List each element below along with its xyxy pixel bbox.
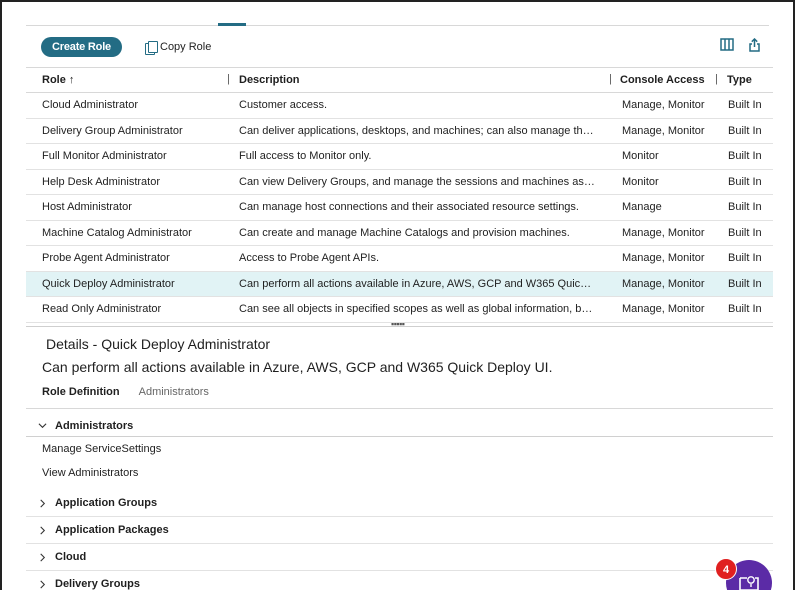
cell-role: Machine Catalog Administrator <box>42 226 192 239</box>
cell-role: Read Only Administrator <box>42 303 162 316</box>
table-row[interactable]: Host Administrator Can manage host conne… <box>26 195 773 221</box>
cell-description: Can view Delivery Groups, and manage the… <box>239 175 605 188</box>
cell-console-access: Manage, Monitor <box>622 226 705 239</box>
cell-console-access: Monitor <box>622 175 659 188</box>
section-label: Administrators <box>55 419 134 432</box>
create-role-button[interactable]: Create Role <box>41 37 122 57</box>
cell-console-access: Monitor <box>622 150 659 163</box>
section-label: Application Packages <box>55 524 169 536</box>
cell-console-access: Manage, Monitor <box>622 99 705 112</box>
roles-table: Role ↑ Description Console Access Type C… <box>26 67 773 323</box>
cell-role: Cloud Administrator <box>42 99 138 112</box>
cell-type: Built In <box>728 175 762 188</box>
table-row[interactable]: Full Monitor Administrator Full access t… <box>26 144 773 170</box>
cell-role: Probe Agent Administrator <box>42 252 170 265</box>
cell-role: Delivery Group Administrator <box>42 124 183 137</box>
chevron-right-icon <box>40 553 46 561</box>
section-label: Cloud <box>55 551 87 563</box>
permission-sections: Administrators Manage ServiceSettings Vi… <box>26 415 773 590</box>
permission-item: Manage ServiceSettings <box>42 443 162 455</box>
app-window: Create Role Copy Role Role ↑ | Descripti… <box>0 0 795 590</box>
cell-type: Built In <box>728 252 762 265</box>
copy-role-button[interactable]: Copy Role <box>145 38 211 56</box>
details-tabs: Role Definition Administrators <box>42 384 209 408</box>
cell-role: Full Monitor Administrator <box>42 150 167 163</box>
section-administrators[interactable]: Administrators <box>26 415 773 437</box>
notification-badge: 4 <box>715 558 737 580</box>
export-icon[interactable] <box>748 38 761 52</box>
header-description[interactable]: Description <box>223 73 605 86</box>
permission-list: Manage ServiceSettings View Administrato… <box>26 437 773 490</box>
cell-console-access: Manage, Monitor <box>622 277 705 290</box>
cell-description: Full access to Monitor only. <box>239 150 372 163</box>
table-row[interactable]: Help Desk Administrator Can view Deliver… <box>26 170 773 195</box>
cell-type: Built In <box>728 277 762 290</box>
section-application-packages[interactable]: Application Packages <box>26 517 773 544</box>
details-title: Details - Quick Deploy Administrator <box>46 336 271 352</box>
cell-type: Built In <box>728 226 762 239</box>
active-tab-indicator <box>218 23 246 26</box>
cell-console-access: Manage, Monitor <box>622 252 705 265</box>
cell-description: Can manage host connections and their as… <box>239 201 579 214</box>
chevron-right-icon <box>40 499 46 507</box>
cell-console-access: Manage <box>622 201 662 214</box>
columns-icon[interactable] <box>720 38 734 52</box>
table-row[interactable]: Machine Catalog Administrator Can create… <box>26 221 773 246</box>
cell-console-access: Manage, Monitor <box>622 124 705 137</box>
table-row[interactable]: Cloud Administrator Customer access. Man… <box>26 93 773 119</box>
section-delivery-groups[interactable]: Delivery Groups <box>26 571 773 590</box>
section-application-groups[interactable]: Application Groups <box>26 490 773 517</box>
details-description: Can perform all actions available in Azu… <box>42 359 553 375</box>
section-cloud[interactable]: Cloud <box>26 544 773 571</box>
table-row-selected[interactable]: Quick Deploy Administrator Can perform a… <box>26 271 773 297</box>
header-role[interactable]: Role ↑ <box>26 74 223 86</box>
table-header: Role ↑ Description Console Access Type <box>26 67 773 93</box>
chevron-right-icon <box>40 526 46 534</box>
cell-console-access: Manage, Monitor <box>622 303 705 316</box>
cell-type: Built In <box>728 99 762 112</box>
tab-administrators[interactable]: Administrators <box>139 384 209 408</box>
cell-type: Built In <box>728 124 762 137</box>
header-console-access[interactable]: Console Access <box>605 73 711 86</box>
permission-item: View Administrators <box>42 467 139 479</box>
section-label: Application Groups <box>55 497 158 509</box>
cell-description: Customer access. <box>239 99 328 112</box>
cell-role: Help Desk Administrator <box>42 175 160 188</box>
cell-description: Can create and manage Machine Catalogs a… <box>239 226 570 239</box>
chevron-down-icon <box>38 423 47 429</box>
cell-type: Built In <box>728 201 762 214</box>
section-label: Delivery Groups <box>55 578 140 590</box>
lightbulb-icon <box>739 576 759 590</box>
cell-description: Can see all objects in specified scopes … <box>239 303 605 316</box>
cell-role: Quick Deploy Administrator <box>42 277 175 290</box>
details-panel: ▪▪▪▪▪ Details - Quick Deploy Administrat… <box>26 320 773 590</box>
cell-role: Host Administrator <box>42 201 132 214</box>
chevron-right-icon <box>40 580 46 588</box>
toolbar-icons <box>720 38 761 52</box>
cell-description: Can deliver applications, desktops, and … <box>239 124 605 137</box>
cell-type: Built In <box>728 303 762 316</box>
tab-strip-divider <box>26 25 769 26</box>
tabs-divider <box>26 408 773 409</box>
copy-role-label: Copy Role <box>160 41 212 53</box>
header-type[interactable]: Type <box>711 73 773 86</box>
cell-type: Built In <box>728 150 762 163</box>
table-row[interactable]: Probe Agent Administrator Access to Prob… <box>26 246 773 272</box>
table-row[interactable]: Delivery Group Administrator Can deliver… <box>26 119 773 144</box>
copy-icon <box>145 41 158 55</box>
tab-role-definition[interactable]: Role Definition <box>42 384 120 408</box>
cell-description: Access to Probe Agent APIs. <box>239 252 380 265</box>
resize-handle[interactable]: ▪▪▪▪▪ <box>391 320 409 329</box>
toolbar: Create Role Copy Role <box>26 36 769 58</box>
cell-description: Can perform all actions available in Azu… <box>239 277 605 290</box>
